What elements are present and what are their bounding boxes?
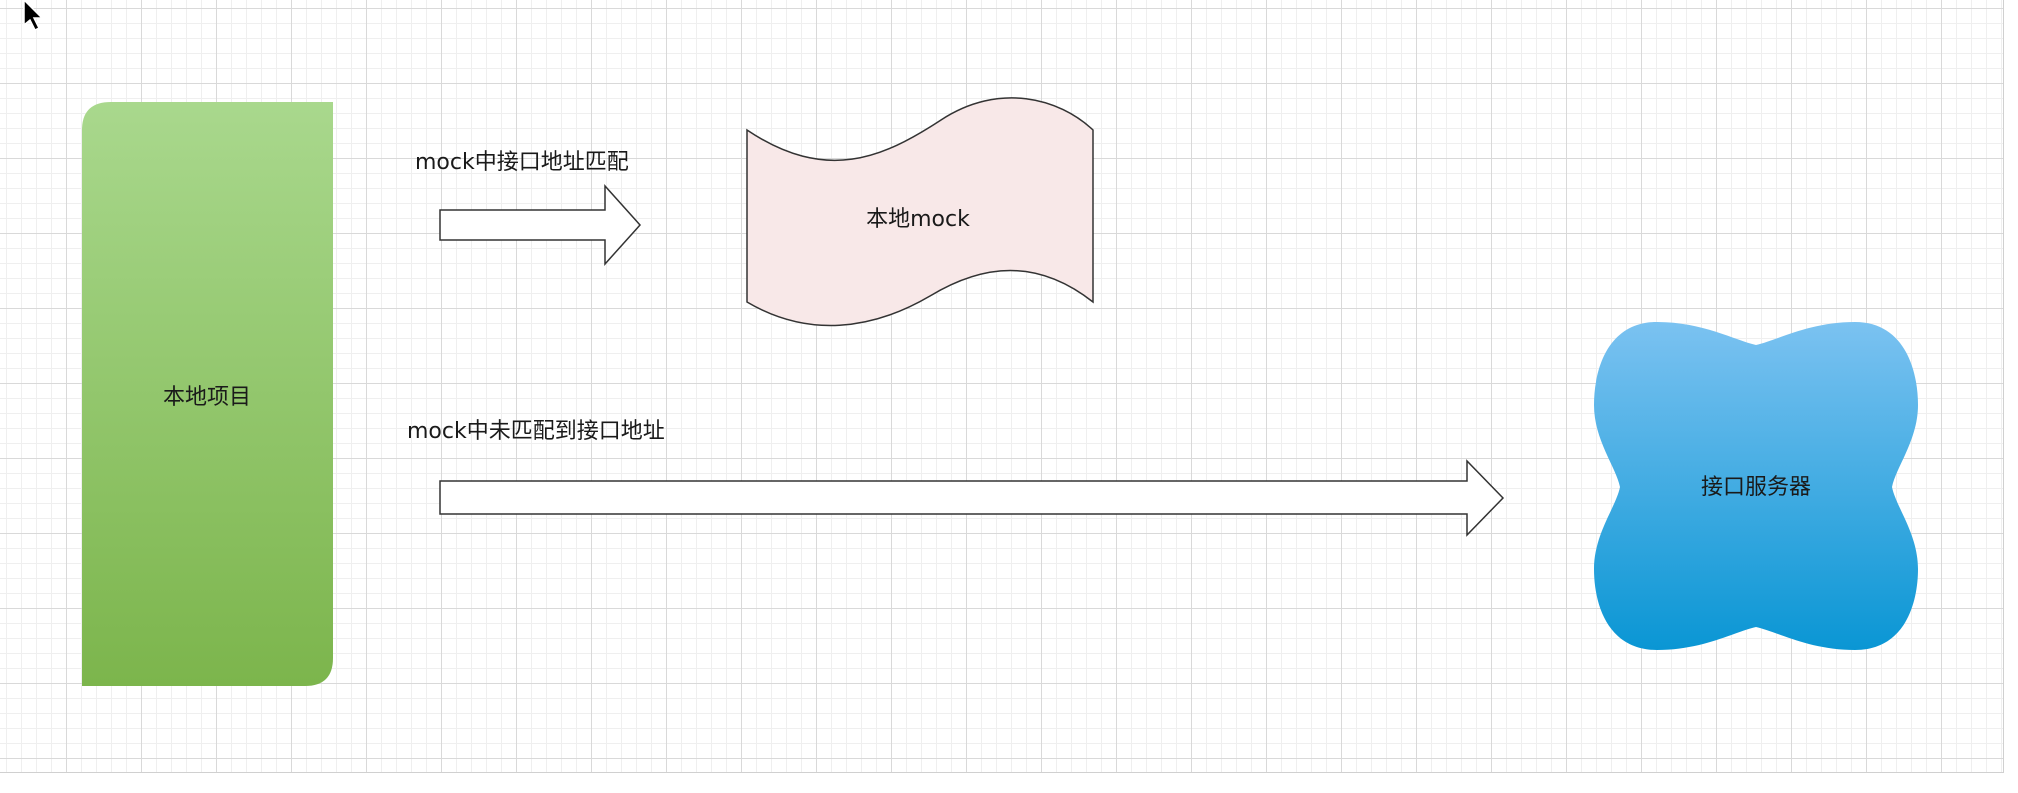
node-local-project[interactable]: 本地项目 xyxy=(82,102,333,686)
node-local-mock[interactable]: 本地mock xyxy=(746,97,1094,327)
mouse-pointer-icon xyxy=(23,0,44,32)
unmatched-arrow[interactable] xyxy=(439,459,1505,537)
matched-label: mock中接口地址匹配 xyxy=(415,150,629,175)
edge-matched[interactable]: mock中接口地址匹配 xyxy=(415,150,642,266)
unmatched-label: mock中未匹配到接口地址 xyxy=(407,419,665,444)
local-project-label: 本地项目 xyxy=(163,385,251,410)
matched-arrow[interactable] xyxy=(439,184,642,266)
diagram-svg[interactable]: 本地项目 mock中接口地址匹配 本地mock mock中未匹配到接口地址 接口… xyxy=(0,0,2018,792)
node-api-server[interactable]: 接口服务器 xyxy=(1594,322,1918,650)
local-mock-label: 本地mock xyxy=(866,207,970,232)
edge-unmatched[interactable]: mock中未匹配到接口地址 xyxy=(407,419,1505,537)
api-server-label: 接口服务器 xyxy=(1701,475,1811,500)
